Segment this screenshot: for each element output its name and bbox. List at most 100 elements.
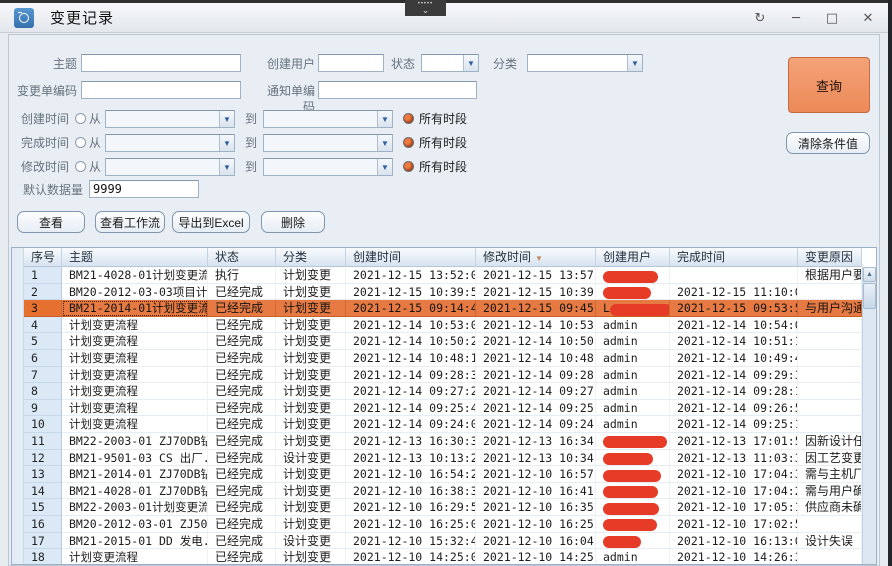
maximize-button[interactable]: □	[824, 10, 840, 26]
table-row[interactable]: 13BM21-2014-01 ZJ70DB钻...已经完成计划变更2021-12…	[24, 466, 862, 483]
created-to-dropdown[interactable]: ▼	[263, 110, 393, 128]
cell-reason: 供应商未确	[798, 499, 862, 516]
table-row[interactable]: 14BM21-4028-01 ZJ70DB钻...已经完成计划变更2021-12…	[24, 483, 862, 500]
modified-from-dropdown[interactable]: ▼	[105, 158, 235, 176]
view-button[interactable]: 查看	[17, 211, 85, 233]
cell-reason: 与用户沟通	[798, 300, 862, 317]
table-row[interactable]: 17BM21-2015-01 DD 发电...已经完成设计变更2021-12-1…	[24, 533, 862, 550]
table-row[interactable]: 12BM21-9501-03 CS 出厂...已经完成设计变更2021-12-1…	[24, 450, 862, 467]
modified-allperiod-radio[interactable]	[403, 161, 414, 172]
cell-reason: 需与主机厂	[798, 466, 862, 483]
column-header-no[interactable]: 序号	[24, 248, 62, 267]
cell-created: 2021-12-14 10:48:17	[346, 350, 476, 367]
table-row[interactable]: 6计划变更流程已经完成计划变更2021-12-14 10:48:172021-1…	[24, 350, 862, 367]
cell-category: 设计变更	[276, 533, 346, 550]
finished-range-radio[interactable]	[75, 137, 86, 148]
table-row[interactable]: 11BM22-2003-01 ZJ70DB钻...已经完成计划变更2021-12…	[24, 433, 862, 450]
cell-reason: 设计失误	[798, 533, 862, 550]
vertical-scrollbar[interactable]: ▲	[862, 267, 876, 564]
cell-category: 计划变更	[276, 483, 346, 500]
column-header-created[interactable]: 创建时间	[346, 248, 476, 267]
query-button[interactable]: 查询	[788, 57, 870, 113]
cell-category: 计划变更	[276, 499, 346, 516]
all-period-label: 所有时段	[419, 159, 479, 175]
delete-button[interactable]: 删除	[261, 211, 325, 233]
chevron-down-icon: ▼	[627, 55, 642, 71]
chevron-down-icon: ▼	[463, 55, 478, 71]
column-header-reason[interactable]: 变更原因	[798, 248, 862, 267]
cell-subject: BM21-9501-03 CS 出厂...	[62, 450, 208, 467]
cell-created: 2021-12-14 09:25:40	[346, 400, 476, 417]
table-row[interactable]: 9计划变更流程已经完成计划变更2021-12-14 09:25:402021-1…	[24, 400, 862, 417]
table-row[interactable]: 4计划变更流程已经完成计划变更2021-12-14 10:53:032021-1…	[24, 317, 862, 334]
column-header-finished[interactable]: 完成时间	[670, 248, 798, 267]
redaction-mark	[603, 519, 657, 531]
finished-allperiod-radio[interactable]	[403, 137, 414, 148]
clear-conditions-button[interactable]: 清除条件值	[786, 132, 870, 154]
cell-finished: 2021-12-13 11:03:30	[670, 450, 798, 467]
refresh-icon[interactable]: ↻	[752, 10, 768, 26]
table-row[interactable]: 10计划变更流程已经完成计划变更2021-12-14 09:24:082021-…	[24, 416, 862, 433]
cell-category: 计划变更	[276, 416, 346, 433]
screenshot-tool-tab[interactable]: ••••• ⌄	[405, 0, 446, 16]
cell-no: 1	[24, 267, 62, 284]
cell-creator: admin	[596, 416, 670, 433]
finished-time-label: 完成时间	[17, 135, 69, 151]
cell-status: 已经完成	[208, 483, 276, 500]
column-header-creator[interactable]: 创建用户	[596, 248, 670, 267]
table-row[interactable]: 2BM20-2012-03-03项目计...已经完成计划变更2021-12-15…	[24, 284, 862, 301]
cell-reason	[798, 284, 862, 301]
created-allperiod-radio[interactable]	[403, 113, 414, 124]
cell-created: 2021-12-13 10:13:20	[346, 450, 476, 467]
modified-range-radio[interactable]	[75, 161, 86, 172]
table-row[interactable]: 16BM20-2012-03-01 ZJ50D...已经完成计划变更2021-1…	[24, 516, 862, 533]
creator-input[interactable]	[318, 54, 384, 72]
records-table: 序号主题状态分类创建时间修改时间▼创建用户完成时间变更原因 1BM21-4028…	[11, 247, 877, 565]
change-code-input[interactable]	[81, 81, 241, 99]
cell-modified: 2021-12-15 09:45:41	[476, 300, 596, 317]
table-row[interactable]: 3BM21-2014-01计划变更流程已经完成计划变更2021-12-15 09…	[24, 300, 862, 317]
category-dropdown[interactable]: ▼	[527, 54, 643, 72]
subject-input[interactable]	[81, 54, 241, 72]
cell-finished: 2021-12-10 17:05:18	[670, 499, 798, 516]
default-count-input[interactable]	[89, 180, 199, 198]
cell-modified: 2021-12-14 09:24:08	[476, 416, 596, 433]
export-excel-button[interactable]: 导出到Excel	[172, 211, 250, 233]
to-label: 到	[245, 135, 259, 151]
table-row[interactable]: 15BM22-2003-01计划变更流程已经完成计划变更2021-12-10 1…	[24, 499, 862, 516]
cell-status: 已经完成	[208, 333, 276, 350]
finished-to-dropdown[interactable]: ▼	[263, 134, 393, 152]
cell-subject: BM22-2003-01计划变更流程	[62, 499, 208, 516]
table-row[interactable]: 18计划变更流程已经完成计划变更2021-12-10 14:25:012021-…	[24, 549, 862, 564]
column-header-modified[interactable]: 修改时间▼	[476, 248, 596, 267]
table-row[interactable]: 1BM21-4028-01计划变更流程执行计划变更2021-12-15 13:5…	[24, 267, 862, 284]
cell-creator	[596, 267, 670, 284]
created-from-dropdown[interactable]: ▼	[105, 110, 235, 128]
created-range-radio[interactable]	[75, 113, 86, 124]
minimize-button[interactable]: ─	[788, 10, 804, 26]
modified-to-dropdown[interactable]: ▼	[263, 158, 393, 176]
close-button[interactable]: ✕	[860, 10, 876, 26]
column-header-status[interactable]: 状态	[208, 248, 276, 267]
table-row[interactable]: 8计划变更流程已经完成计划变更2021-12-14 09:27:202021-1…	[24, 383, 862, 400]
status-dropdown[interactable]: ▼	[421, 54, 479, 72]
cell-created: 2021-12-10 16:38:34	[346, 483, 476, 500]
table-row[interactable]: 5计划变更流程已经完成计划变更2021-12-14 10:50:202021-1…	[24, 333, 862, 350]
cell-reason	[798, 400, 862, 417]
table-row[interactable]: 7计划变更流程已经完成计划变更2021-12-14 09:28:382021-1…	[24, 367, 862, 384]
cell-subject: 计划变更流程	[62, 400, 208, 417]
scroll-up-icon[interactable]: ▲	[863, 267, 876, 282]
screenshot-right-edge	[888, 0, 892, 566]
notice-code-input[interactable]	[318, 81, 477, 99]
cell-status: 已经完成	[208, 433, 276, 450]
column-header-subject[interactable]: 主题	[62, 248, 208, 267]
cell-subject: 计划变更流程	[62, 367, 208, 384]
cell-creator: admin	[596, 333, 670, 350]
cell-finished: 2021-12-14 09:26:50	[670, 400, 798, 417]
cell-finished: 2021-12-10 14:26:39	[670, 549, 798, 564]
scrollbar-thumb[interactable]	[863, 283, 876, 309]
finished-from-dropdown[interactable]: ▼	[105, 134, 235, 152]
cell-reason	[798, 516, 862, 533]
column-header-category[interactable]: 分类	[276, 248, 346, 267]
view-workflow-button[interactable]: 查看工作流	[95, 211, 165, 233]
